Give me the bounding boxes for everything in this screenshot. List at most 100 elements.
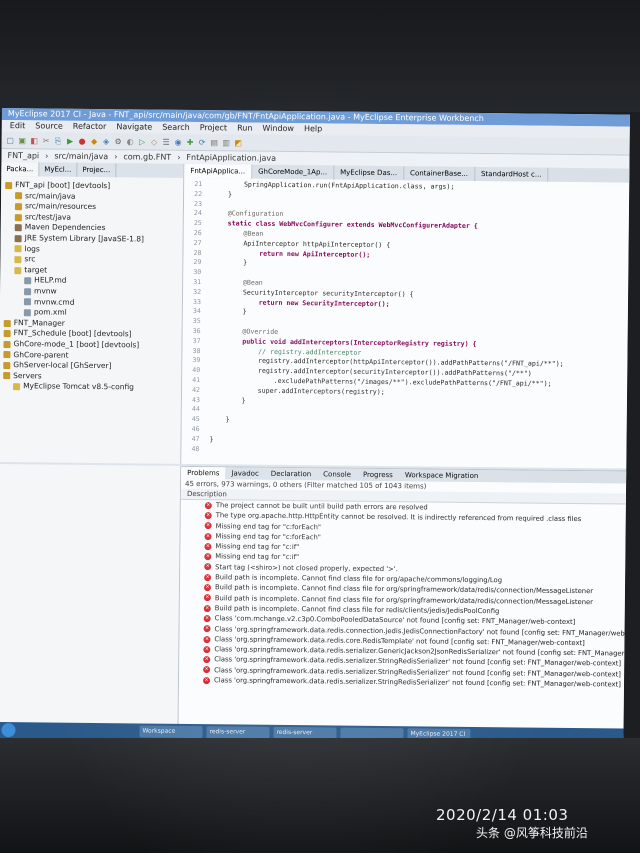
menu-item[interactable]: Project [200,122,227,134]
code-text: } [212,190,233,199]
monitor-screen: MyEclipse 2017 CI - Java - FNT_api/src/m… [0,108,630,745]
breadcrumb-item[interactable]: com.gb.FNT [123,150,171,163]
error-icon: × [204,501,212,509]
toolbar-icon[interactable]: ◐ [126,137,135,146]
code-text: } [209,415,230,424]
problems-tab[interactable]: Javadoc [225,467,264,479]
toolbar-icon[interactable]: ▢ [6,136,15,145]
toolbar-icon[interactable]: ▷ [138,137,147,146]
tree-item-label: src/test/java [24,212,72,222]
menu-item[interactable]: Edit [10,120,26,132]
toolbar-icon[interactable]: ☰ [162,137,171,146]
toolbar-icon[interactable]: ◩ [234,138,243,147]
folder-icon [3,351,11,359]
breadcrumb-item[interactable]: FNT_api [7,149,39,162]
line-number: 32 [193,287,202,296]
breadcrumb-item[interactable]: FntApiApplication.java [186,151,276,165]
toolbar-icon[interactable]: ◈ [102,137,111,146]
monitor-bezel [0,0,640,112]
taskbar-item[interactable]: Workspace [139,725,203,739]
code-area[interactable]: 21 SpringApplication.run(FntApiApplicati… [181,180,629,459]
toolbar-icon[interactable]: ◇ [150,137,159,146]
toolbar-icon[interactable]: ✂ [42,136,51,145]
error-icon: × [202,676,211,684]
explorer-tab[interactable]: Projec... [77,162,117,178]
editor-tab[interactable]: MyEclipse Das... [334,165,405,181]
error-icon: × [204,512,212,520]
editor-tab[interactable]: GhCoreMode_1Ap... [252,164,335,180]
folder-icon [3,372,11,380]
folder-icon [5,181,13,189]
folder-icon [13,383,21,391]
menu-item[interactable]: Search [162,122,190,134]
tree-item-label: Maven Dependencies [24,222,106,233]
problems-tab[interactable]: Console [317,468,357,480]
taskbar-item[interactable]: redis-server [206,726,270,739]
folder-icon [14,203,23,211]
error-icon: × [203,656,211,664]
folder-icon [14,245,22,253]
line-number: 28 [193,248,202,257]
error-icon: × [203,666,211,674]
line-number: 47 [191,434,200,443]
line-number: 21 [194,180,203,189]
code-text: } [210,307,247,316]
explorer-tab[interactable]: Packa... [1,161,40,177]
code-editor: FntApiApplica... GhCoreMode_1Ap... MyEclip… [181,163,630,469]
error-icon: × [203,625,211,633]
toolbar-icon[interactable]: ▥ [222,138,231,147]
editor-tab[interactable]: StandardHost c... [474,166,549,182]
problems-tab[interactable]: Workspace Migration [399,469,485,482]
line-number: 27 [193,238,202,247]
menu-item[interactable]: Help [304,123,322,135]
explorer-tab[interactable]: MyEcl... [39,162,78,177]
menu-item[interactable]: Source [35,120,63,132]
toolbar-icon[interactable]: ▣ [18,136,27,145]
tree-item-label: GhCore-parent [13,349,69,360]
toolbar-icon[interactable]: ✚ [186,137,195,146]
line-number: 40 [192,366,201,375]
tree-item-label: FNT_Manager [13,317,65,328]
toolbar-icon[interactable]: ⚙ [114,137,123,146]
folder-icon [14,224,22,232]
editor-tab[interactable]: ContainerBase... [404,166,476,181]
line-number: 37 [192,336,201,345]
toolbar-icon[interactable]: ⟳ [198,138,207,147]
toolbar-icon[interactable]: ◉ [174,137,183,146]
start-button[interactable] [1,723,16,738]
code-text: @Bean [211,278,263,287]
line-number: 30 [193,268,202,277]
error-icon: × [203,594,211,602]
folder-icon [14,256,22,264]
chevron-right-icon: › [45,151,49,161]
menu-item[interactable]: Refactor [73,121,107,133]
line-number: 44 [191,405,200,414]
problems-tab[interactable]: Progress [357,469,399,481]
tree-item-label: logs [24,243,40,253]
toolbar-icon[interactable]: ◧ [30,136,39,145]
tree-item-label: mvnw [34,286,57,296]
problems-tab[interactable]: Problems [181,466,226,480]
line-number: 33 [192,297,202,306]
toolbar-icon[interactable]: ● [78,136,87,145]
tree-item-label: HELP.md [34,275,67,286]
menu-item[interactable]: Navigate [116,121,152,133]
tree-item-label: JRE System Library [JavaSE-1.8] [24,233,145,244]
toolbar-icon[interactable]: ▶ [66,136,75,145]
chevron-right-icon: › [177,152,181,162]
folder-icon [15,192,23,200]
toolbar-icon[interactable]: ◆ [90,136,99,145]
problems-view: Problems Javadoc Declaration Console Progres… [178,465,627,732]
project-tree: FNT_api [boot] [devtools] src/main/java sr… [0,176,183,394]
toolbar-icon[interactable]: ▤ [210,138,219,147]
tree-item-label: mvnw.cmd [33,296,75,307]
line-number: 46 [191,424,200,434]
tree-item[interactable]: MyEclipse Tomcat v8.5-config [0,381,181,393]
problems-tab[interactable]: Declaration [265,468,317,481]
menu-item[interactable]: Window [262,123,294,135]
code-text: } [209,395,246,405]
breadcrumb-item[interactable]: src/main/java [54,150,108,164]
editor-tab[interactable]: FntApiApplica... [184,163,253,179]
toolbar-icon[interactable]: ⎘ [54,136,63,145]
menu-item[interactable]: Run [237,122,252,134]
